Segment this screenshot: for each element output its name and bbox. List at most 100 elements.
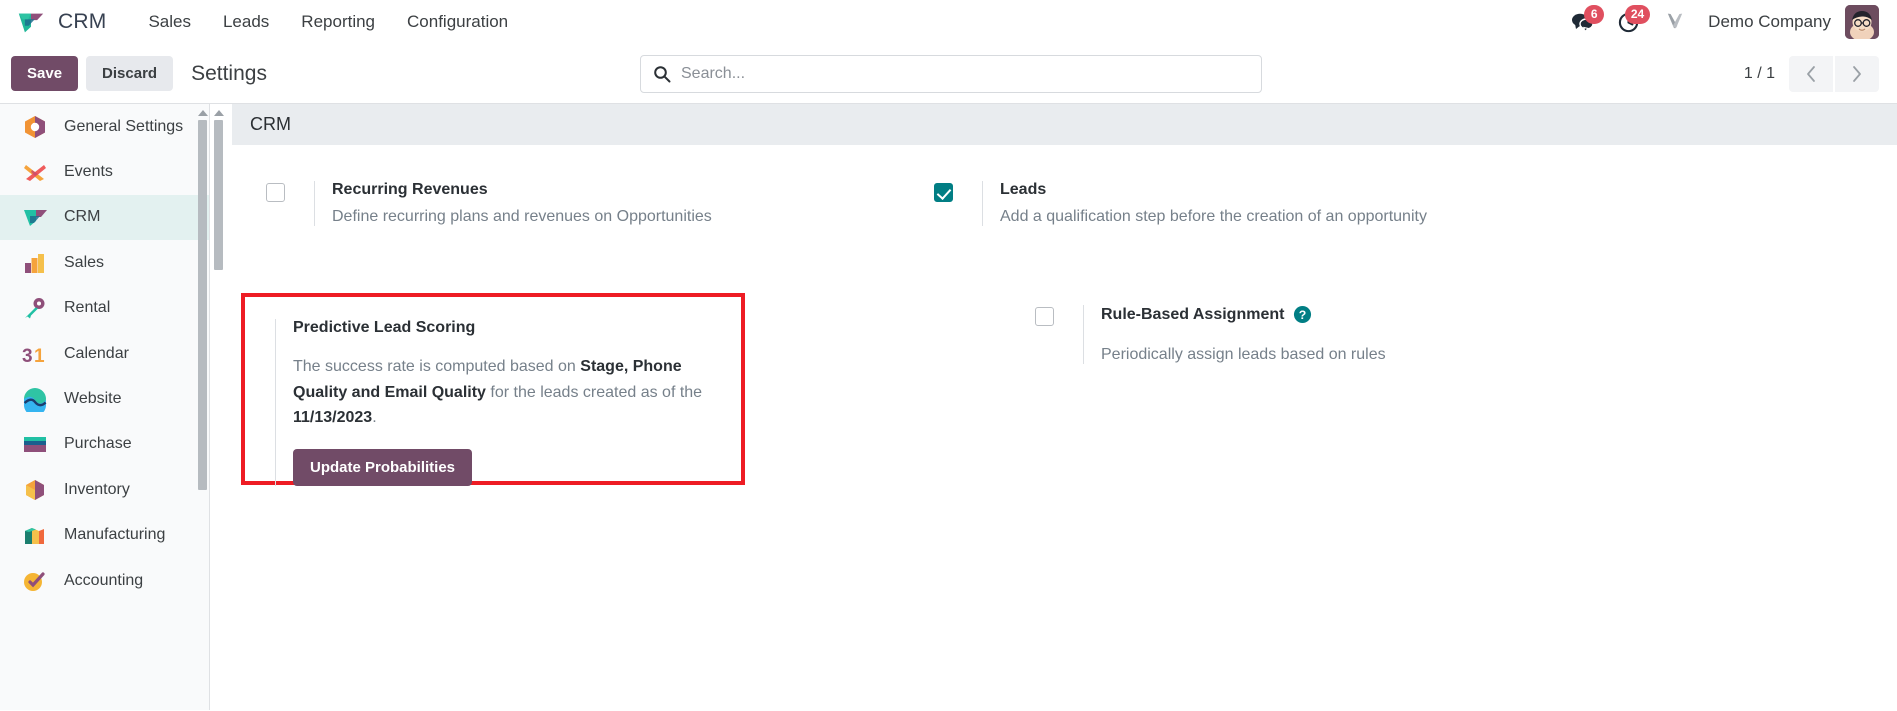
predictive-lead-scoring-description: The success rate is computed based on St… [293,354,733,431]
accounting-icon [22,568,48,594]
company-switcher[interactable]: Demo Company [1698,12,1845,32]
sidebar-item-accounting[interactable]: Accounting [0,558,209,603]
pls-text-part1: The success rate is computed based on [293,358,581,375]
navbar-left-group: CRM Sales Leads Reporting Configuration [16,7,524,37]
messages-badge: 6 [1584,5,1605,24]
recurring-revenues-text: Recurring Revenues Define recurring plan… [314,181,712,226]
sidebar-label: Purchase [64,435,132,453]
recurring-revenues-title: Recurring Revenues [332,181,488,198]
sidebar-label: Sales [64,253,105,271]
sidebar-item-inventory[interactable]: Inventory [0,467,209,512]
inventory-icon [22,477,48,503]
manufacturing-icon [22,522,48,548]
predictive-lead-scoring-title: Predictive Lead Scoring [293,319,476,336]
app-body: General Settings Events CRM Sales Rental… [0,104,1897,710]
setting-leads: Leads Add a qualification step before th… [900,167,1568,240]
menu-item-leads[interactable]: Leads [207,8,285,36]
question-mark-help-icon[interactable]: ? [1293,305,1312,324]
sidebar-label: Inventory [64,480,130,498]
calendar-icon: 3 1 [22,341,48,367]
general-settings-icon [22,114,48,140]
activities-badge: 24 [1624,5,1651,24]
sidebar-item-calendar[interactable]: 3 1 Calendar [0,331,209,376]
user-avatar-icon[interactable] [1845,5,1879,39]
sidebar-item-manufacturing[interactable]: Manufacturing [0,513,209,558]
sidebar-label: Manufacturing [64,526,166,544]
debug-menu-button[interactable] [1652,2,1698,42]
sidebar-label: Calendar [64,344,129,362]
menu-item-reporting[interactable]: Reporting [285,8,391,36]
search-icon [653,65,671,83]
sales-icon [22,250,48,276]
section-header-crm: CRM [232,104,1897,145]
svg-text:1: 1 [34,346,45,367]
tools-icon [1668,13,1683,29]
svg-text:?: ? [1299,308,1307,322]
sidebar-item-website[interactable]: Website [0,376,209,421]
rule-based-assignment-description: Periodically assign leads based on rules [1101,346,1386,363]
sidebar-label: CRM [64,208,101,226]
sidebar-item-crm[interactable]: CRM [0,194,209,241]
recurring-revenues-checkbox-wrap [266,181,314,226]
messages-button[interactable]: 6 [1560,2,1606,42]
searchbar[interactable] [640,54,1262,93]
sidebar-label: General Settings [64,117,184,135]
leads-description: Add a qualification step before the crea… [1000,208,1427,225]
scroll-up-arrow-icon[interactable] [198,110,208,116]
sidebar-item-events[interactable]: Events [0,149,209,194]
sidebar-scrollbar[interactable] [198,110,208,710]
rule-based-assignment-checkbox-wrap [1035,305,1083,364]
discard-button[interactable]: Discard [86,56,174,91]
leads-checkbox-wrap [934,181,982,226]
content-scroll-up-arrow-icon[interactable] [214,110,224,116]
sidebar-label: Events [64,163,113,181]
content-scrollbar-thumb[interactable] [214,120,223,270]
rule-based-assignment-checkbox[interactable] [1035,307,1054,326]
save-button[interactable]: Save [11,56,79,91]
setting-recurring-revenues: Recurring Revenues Define recurring plan… [232,167,900,240]
leads-text: Leads Add a qualification step before th… [982,181,1427,226]
breadcrumb: Settings [191,61,267,85]
settings-inner: CRM Recurring Revenues Define recurring … [232,104,1897,710]
brand-name[interactable]: CRM [58,10,106,34]
sidebar-item-sales[interactable]: Sales [0,240,209,285]
sidebar-label: Accounting [64,571,144,589]
settings-content: CRM Recurring Revenues Define recurring … [210,104,1897,710]
sidebar-item-purchase[interactable]: Purchase [0,422,209,467]
pager-count: 1 / 1 [1743,64,1775,82]
recurring-revenues-description: Define recurring plans and revenues on O… [332,208,712,225]
activities-button[interactable]: 24 [1606,2,1652,42]
sidebar-item-rental[interactable]: Rental [0,286,209,331]
recurring-revenues-checkbox[interactable] [266,183,285,202]
chevron-left-icon [1807,65,1815,82]
settings-grid: Recurring Revenues Define recurring plan… [232,145,1897,486]
menu-item-sales[interactable]: Sales [132,8,207,36]
pls-text-bold2: 11/13/2023 [293,409,373,427]
control-panel: Save Discard Settings 1 / 1 [0,44,1897,104]
purchase-icon [22,431,48,457]
rule-based-assignment-text: Rule-Based Assignment ? Periodically ass… [1083,305,1386,364]
section-title: CRM [250,114,291,134]
sidebar-label: Website [64,390,122,408]
sidebar-label: Rental [64,299,111,317]
rule-based-assignment-title: Rule-Based Assignment ? [1101,305,1386,324]
leads-checkbox[interactable] [934,183,953,202]
pager: 1 / 1 [1743,55,1879,92]
leads-title: Leads [1000,181,1047,198]
odoo-crm-logo-icon[interactable] [16,7,46,37]
pager-previous-button[interactable] [1789,55,1833,92]
search-input[interactable] [681,64,1249,83]
events-icon [22,159,48,185]
pager-next-button[interactable] [1835,55,1879,92]
pls-text-part3: . [372,409,377,427]
sidebar-item-general-settings[interactable]: General Settings [0,104,209,149]
update-probabilities-button[interactable]: Update Probabilities [293,448,473,486]
menu-item-configuration[interactable]: Configuration [391,8,524,36]
crm-icon [22,204,48,230]
scrollbar-thumb[interactable] [198,120,207,490]
rental-icon [22,295,48,321]
content-scrollbar[interactable] [214,110,224,710]
main-menu: Sales Leads Reporting Configuration [132,8,524,36]
website-icon [22,386,48,417]
pls-text-part2: for the leads created as of the [485,383,703,401]
